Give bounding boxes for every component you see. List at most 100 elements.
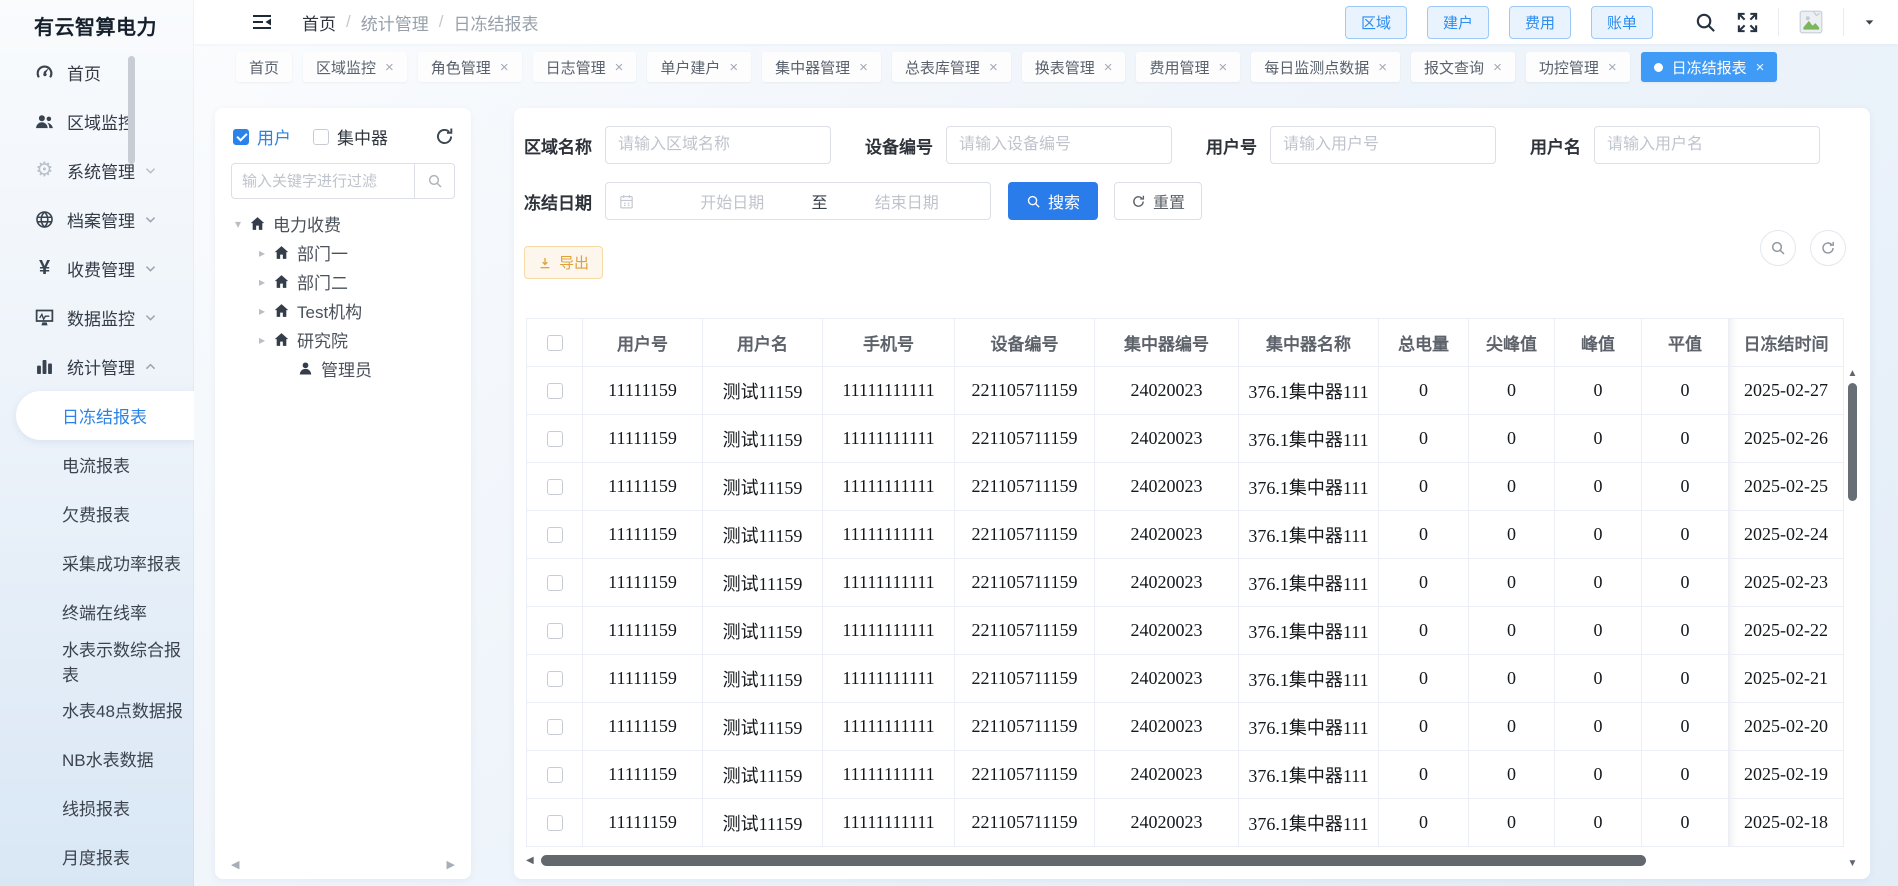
row-checkbox[interactable] [547, 479, 563, 495]
field-input-用户名[interactable] [1594, 126, 1820, 164]
sidebar-item-数据监控[interactable]: 数据监控 [0, 293, 194, 342]
sidebar-subitem-水表48点数据报[interactable]: 水表48点数据报 [0, 685, 194, 734]
sidebar-subitem-月度报表[interactable]: 月度报表 [0, 832, 194, 881]
tree-filter-search-button[interactable] [414, 164, 454, 198]
tab-费用管理[interactable]: 费用管理× [1136, 52, 1240, 82]
breadcrumb-item[interactable]: 首页 [302, 10, 336, 35]
tab-close-icon[interactable]: × [1493, 60, 1502, 75]
tab-每日监测点数据[interactable]: 每日监测点数据× [1251, 52, 1400, 82]
checkbox[interactable] [233, 129, 249, 145]
sidebar-subitem-日冻结报表[interactable]: 日冻结报表 [16, 391, 194, 440]
tab-日冻结报表[interactable]: 日冻结报表× [1641, 52, 1778, 82]
vertical-scrollbar-thumb[interactable] [1848, 383, 1857, 501]
tab-close-icon[interactable]: × [1219, 60, 1228, 75]
tab-close-icon[interactable]: × [500, 60, 509, 75]
table-row[interactable]: 11111159测试111591111111111122110571115924… [527, 751, 1844, 799]
sidebar-item-首页[interactable]: 首页 [0, 48, 194, 97]
select-all-checkbox[interactable] [547, 335, 563, 351]
tree-node-部门一[interactable]: ▸部门一 [215, 238, 471, 267]
tree-refresh-icon[interactable] [434, 126, 455, 147]
sidebar-item-统计管理[interactable]: 统计管理 [0, 342, 194, 391]
row-checkbox[interactable] [547, 383, 563, 399]
row-checkbox[interactable] [547, 623, 563, 639]
tab-报文查询[interactable]: 报文查询× [1411, 52, 1515, 82]
sidebar-item-档案管理[interactable]: 档案管理 [0, 195, 194, 244]
export-button[interactable]: 导出 [524, 246, 603, 279]
row-checkbox[interactable] [547, 527, 563, 543]
date-range-picker[interactable]: 开始日期 至 结束日期 [605, 182, 991, 220]
collapse-menu-icon[interactable] [250, 10, 274, 34]
tab-总表库管理[interactable]: 总表库管理× [892, 52, 1011, 82]
tab-换表管理[interactable]: 换表管理× [1022, 52, 1126, 82]
tab-日志管理[interactable]: 日志管理× [533, 52, 637, 82]
field-input-设备编号[interactable] [946, 126, 1172, 164]
tab-close-icon[interactable]: × [1378, 60, 1387, 75]
tab-close-icon[interactable]: × [1608, 60, 1617, 75]
sidebar-scrollbar-thumb[interactable] [128, 56, 135, 164]
table-row[interactable]: 11111159测试111591111111111122110571115924… [527, 703, 1844, 751]
quick-button-费用[interactable]: 费用 [1509, 6, 1571, 39]
sidebar-subitem-终端在线率[interactable]: 终端在线率 [0, 587, 194, 636]
row-checkbox[interactable] [547, 767, 563, 783]
tree-expand-icon[interactable]: ▸ [253, 246, 271, 260]
tab-集中器管理[interactable]: 集中器管理× [762, 52, 881, 82]
tree-scroll-right-icon[interactable]: ▶ [447, 858, 455, 871]
table-row[interactable]: 11111159测试111591111111111122110571115924… [527, 511, 1844, 559]
table-row[interactable]: 11111159测试111591111111111122110571115924… [527, 463, 1844, 511]
user-menu-caret-icon[interactable] [1863, 16, 1876, 29]
row-checkbox[interactable] [547, 431, 563, 447]
sidebar-subitem-采集成功率报表[interactable]: 采集成功率报表 [0, 538, 194, 587]
tree-scroll-left-icon[interactable]: ◀ [231, 858, 239, 871]
tree-expand-icon[interactable]: ▸ [253, 333, 271, 347]
tab-close-icon[interactable]: × [729, 60, 738, 75]
row-checkbox[interactable] [547, 815, 563, 831]
tab-close-icon[interactable]: × [1104, 60, 1113, 75]
field-input-区域名称[interactable] [605, 126, 831, 164]
row-checkbox[interactable] [547, 719, 563, 735]
sidebar-subitem-水表示数综合报表[interactable]: 水表示数综合报表 [0, 636, 194, 685]
tab-close-icon[interactable]: × [1756, 60, 1765, 75]
search-icon[interactable] [1694, 11, 1717, 34]
tab-首页[interactable]: 首页 [236, 52, 292, 82]
scroll-down-icon[interactable]: ▼ [1845, 858, 1860, 869]
tree-node-电力收费[interactable]: ▾电力收费 [215, 209, 471, 238]
table-row[interactable]: 11111159测试111591111111111122110571115924… [527, 367, 1844, 415]
table-row[interactable]: 11111159测试111591111111111122110571115924… [527, 655, 1844, 703]
tab-区域监控[interactable]: 区域监控× [303, 52, 407, 82]
tree-node-研究院[interactable]: ▸研究院 [215, 325, 471, 354]
scroll-up-icon[interactable]: ▲ [1845, 368, 1860, 379]
tree-node-部门二[interactable]: ▸部门二 [215, 267, 471, 296]
table-row[interactable]: 11111159测试111591111111111122110571115924… [527, 415, 1844, 463]
search-button[interactable]: 搜索 [1008, 182, 1098, 220]
horizontal-scrollbar-thumb[interactable] [541, 855, 1646, 866]
tab-功控管理[interactable]: 功控管理× [1526, 52, 1630, 82]
tree-type-checkbox-用户[interactable]: 用户 [233, 124, 291, 149]
table-search-button[interactable] [1760, 230, 1796, 266]
tab-close-icon[interactable]: × [615, 60, 624, 75]
sidebar-item-系统管理[interactable]: ⚙系统管理 [0, 146, 194, 195]
row-checkbox[interactable] [547, 575, 563, 591]
sidebar-subitem-NB水表数据[interactable]: NB水表数据 [0, 734, 194, 783]
tab-close-icon[interactable]: × [859, 60, 868, 75]
sidebar-item-区域监控[interactable]: 区域监控 [0, 97, 194, 146]
quick-button-建户[interactable]: 建户 [1427, 6, 1489, 39]
tree-node-管理员[interactable]: 管理员 [215, 354, 471, 383]
sidebar-subitem-电流报表[interactable]: 电流报表 [0, 440, 194, 489]
sidebar-subitem-欠费报表[interactable]: 欠费报表 [0, 489, 194, 538]
tab-close-icon[interactable]: × [385, 60, 394, 75]
sidebar-item-收费管理[interactable]: ¥收费管理 [0, 244, 194, 293]
tree-type-checkbox-集中器[interactable]: 集中器 [313, 124, 388, 149]
breadcrumb-item[interactable]: 日冻结报表 [453, 10, 538, 35]
tab-角色管理[interactable]: 角色管理× [418, 52, 522, 82]
table-row[interactable]: 11111159测试111591111111111122110571115924… [527, 799, 1844, 847]
breadcrumb-item[interactable]: 统计管理 [361, 10, 429, 35]
reset-button[interactable]: 重置 [1114, 182, 1202, 220]
scroll-left-icon[interactable]: ◀ [526, 855, 534, 866]
start-date-placeholder[interactable]: 开始日期 [661, 189, 804, 213]
fullscreen-icon[interactable] [1736, 11, 1759, 34]
tab-close-icon[interactable]: × [989, 60, 998, 75]
quick-button-区域[interactable]: 区域 [1345, 6, 1407, 39]
quick-button-账单[interactable]: 账单 [1591, 6, 1653, 39]
tree-expand-icon[interactable]: ▾ [229, 217, 247, 231]
checkbox[interactable] [313, 129, 329, 145]
